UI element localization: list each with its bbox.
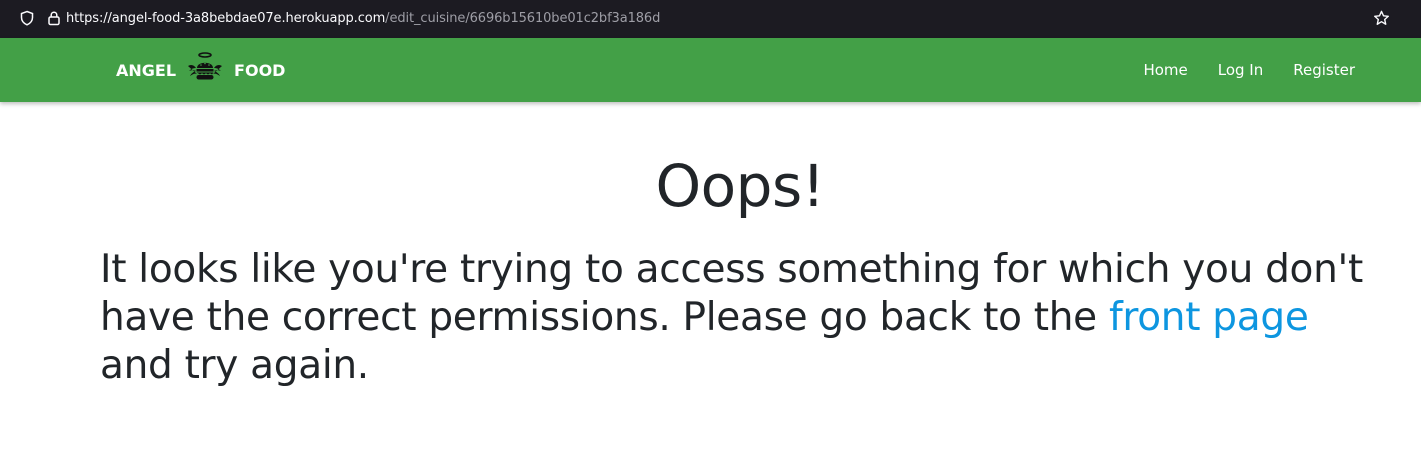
browser-address-bar: https://angel-food-3a8bebdae07e.herokuap… bbox=[0, 0, 1421, 38]
brand-link[interactable]: ANGEL FOOD bbox=[116, 38, 285, 102]
url-input[interactable]: https://angel-food-3a8bebdae07e.herokuap… bbox=[66, 5, 1396, 32]
front-page-link[interactable]: front page bbox=[1109, 295, 1309, 340]
main-content: Oops! It looks like you're trying to acc… bbox=[100, 102, 1380, 390]
nav-home-link[interactable]: Home bbox=[1143, 61, 1187, 79]
shield-icon[interactable] bbox=[18, 9, 36, 27]
url-path: /edit_cuisine/6696b15610be01c2bf3a186d bbox=[385, 11, 661, 26]
url-host: https://angel-food-3a8bebdae07e.herokuap… bbox=[66, 11, 386, 26]
message-text-after: and try again. bbox=[100, 343, 369, 388]
nav-register-link[interactable]: Register bbox=[1293, 61, 1355, 79]
brand-text-right: FOOD bbox=[234, 60, 286, 80]
winged-burger-logo-icon bbox=[185, 50, 225, 90]
navbar: ANGEL FOOD Home Log In Register bbox=[0, 38, 1421, 102]
page-title: Oops! bbox=[655, 152, 825, 220]
nav-links: Home Log In Register bbox=[1113, 38, 1355, 102]
permission-message: It looks like you're trying to access so… bbox=[100, 246, 1390, 390]
lock-icon[interactable] bbox=[45, 9, 63, 27]
brand-text-left: ANGEL bbox=[116, 60, 177, 80]
star-icon[interactable] bbox=[1372, 9, 1390, 27]
nav-login-link[interactable]: Log In bbox=[1218, 61, 1264, 79]
